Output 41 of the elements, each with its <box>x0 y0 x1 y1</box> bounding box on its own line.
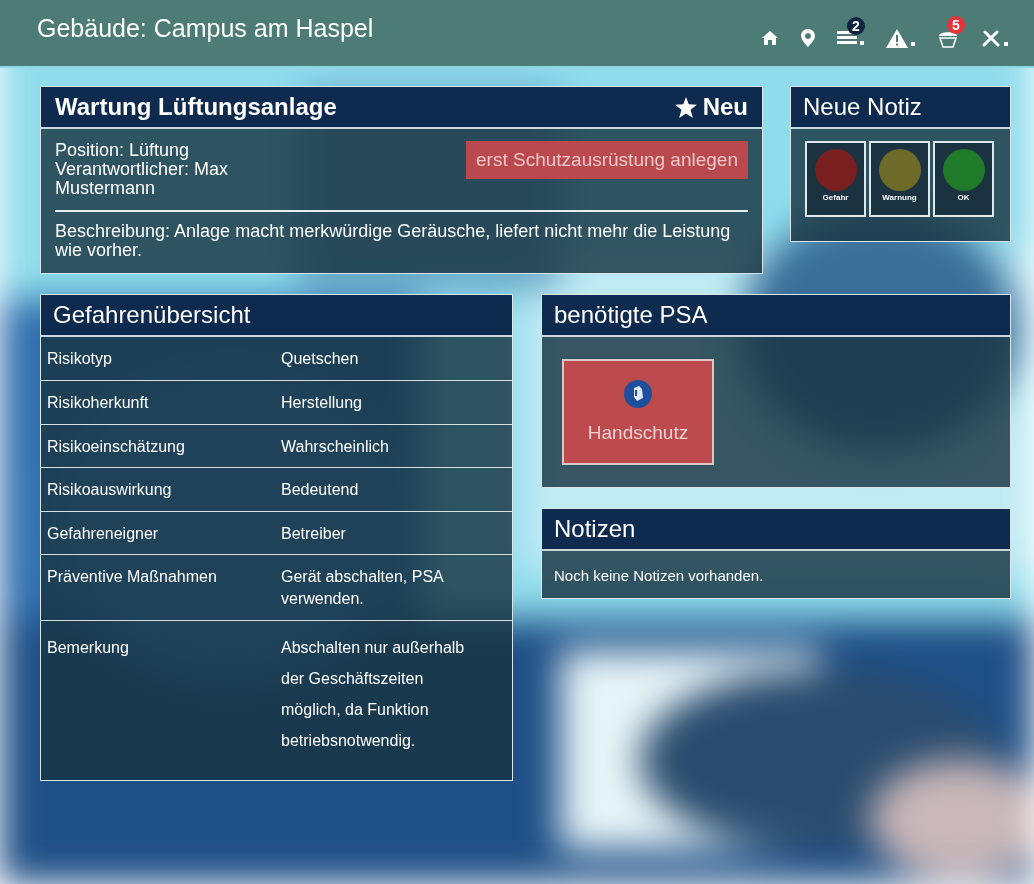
responsible-text: Verantwortlicher: Max Mustermann <box>55 159 230 198</box>
status-label: Neu <box>702 93 748 121</box>
table-cell: Quetschen <box>275 337 512 381</box>
table-cell: Präventive Maßnahmen <box>41 554 275 621</box>
table-cell: Betreiber <box>275 511 512 555</box>
list-icon <box>837 29 857 47</box>
table-cell: Gefahreneigner <box>41 511 275 555</box>
table-cell: Bedeutend <box>275 467 512 512</box>
table-cell: Bemerkung <box>41 620 275 781</box>
task-title: Wartung Lüftungsanlage <box>55 93 337 121</box>
note-type-button[interactable]: Warnung <box>869 141 930 217</box>
description-text: Beschreibung: Anlage macht merkwürdige Geräusche, liefert nicht mehr die Leistung wie vorher. <box>55 221 732 260</box>
location-pin-icon <box>801 29 815 47</box>
table-cell: Gerät abschalten, PSA verwenden. <box>275 554 512 621</box>
position-text: Position: Lüftung <box>55 141 191 160</box>
home-icon <box>761 30 779 46</box>
card-title: benötigte PSA <box>554 301 708 330</box>
table-cell: Risikoherkunft <box>41 380 275 425</box>
count-badge: 2 <box>847 17 865 35</box>
table-cell: Herstellung <box>275 380 512 425</box>
note-type-button[interactable]: OK <box>933 141 994 217</box>
table-cell: Wahrscheinlich <box>275 424 512 468</box>
table-cell: Risikoeinschätzung <box>41 424 275 468</box>
building-title: Gebäude: Campus am Haspel <box>37 13 374 43</box>
glove-icon <box>624 380 652 409</box>
star-icon <box>674 96 697 118</box>
empty-notes-text: Noch keine Notizen vorhanden. <box>554 567 764 585</box>
card-title: Neue Notiz <box>803 93 922 121</box>
table-cell: Risikoauswirkung <box>41 467 275 512</box>
warning-icon <box>886 28 908 48</box>
caret-icon <box>911 41 915 46</box>
list-menu-button[interactable]: 2 <box>831 17 870 49</box>
caret-icon <box>860 41 864 45</box>
table-cell: Risikotyp <box>41 337 275 381</box>
card-title: Notizen <box>554 515 636 544</box>
helmet-menu-button[interactable]: 5 <box>931 16 965 50</box>
note-type-button[interactable]: Gefahr <box>805 141 866 217</box>
count-badge: 5 <box>947 16 965 34</box>
caret-icon <box>1004 42 1008 46</box>
table-cell: Abschalten nur außerhalb der Geschäftszeiten möglich, da Funktion betriebsnotwendig. <box>275 620 512 781</box>
card-title: Gefahrenübersicht <box>53 301 251 330</box>
